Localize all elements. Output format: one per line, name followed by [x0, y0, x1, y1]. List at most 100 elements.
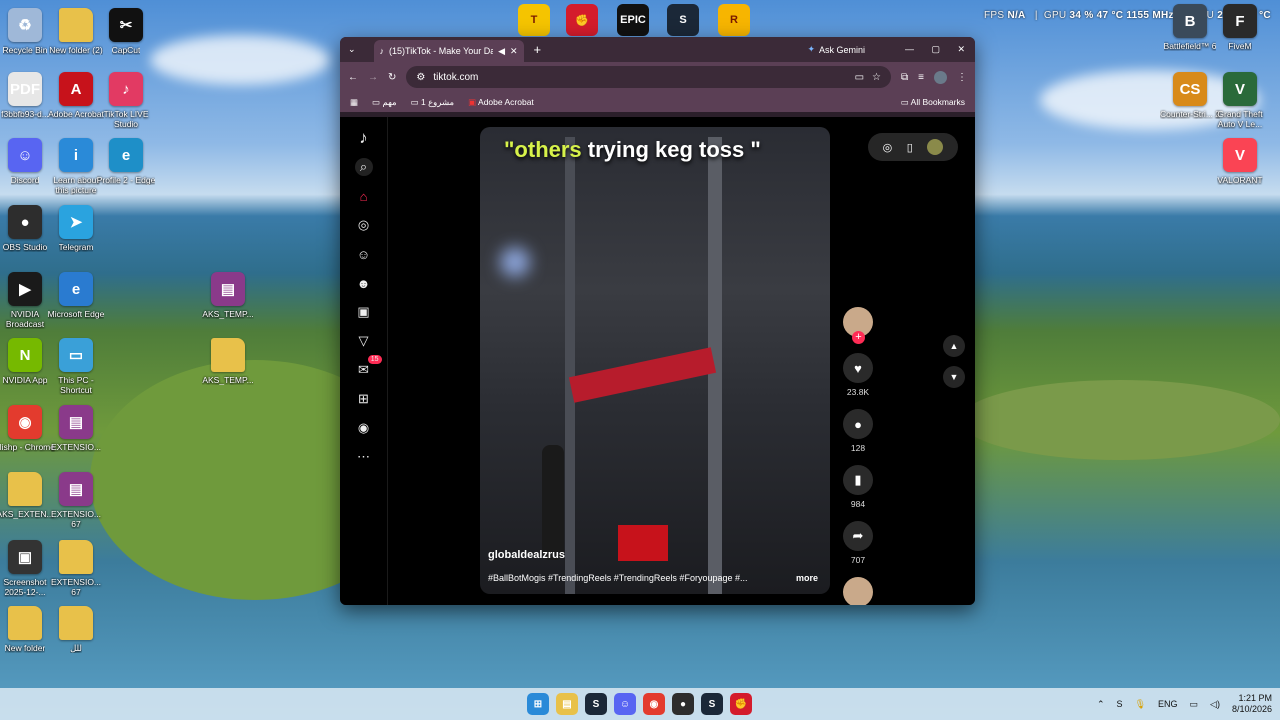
file-explorer-icon[interactable]: ▤	[556, 693, 578, 715]
epic-games-icon[interactable]: EPIC	[617, 4, 649, 36]
capcut-icon: ✂	[109, 8, 143, 42]
forward-icon[interactable]: →	[368, 72, 378, 83]
steam-taskbar-icon[interactable]: S	[585, 693, 607, 715]
desktop-icon[interactable]: ▤ EXTENSIO...	[46, 405, 106, 452]
recycle-bin-icon: ♻	[8, 8, 42, 42]
previous-video-button[interactable]: ▲	[943, 335, 965, 357]
desktop-icon[interactable]: ✂ CapCut	[96, 8, 156, 55]
desktop-icon[interactable]: e Profile 2 - Edge	[96, 138, 156, 185]
start-icon[interactable]: ⊞	[527, 693, 549, 715]
bookmark-label: مهم	[382, 96, 397, 107]
adobe-acrobat-icon: A	[59, 72, 93, 106]
desktop-icon[interactable]: V Grand Theft Auto V Le...	[1210, 72, 1270, 129]
discord-taskbar-icon[interactable]: ☺	[614, 693, 636, 715]
steam-icon[interactable]: S	[667, 4, 699, 36]
network-icon[interactable]: ▭	[1190, 699, 1199, 710]
desktop-icon[interactable]: ▤ AKS_TEMP...	[198, 272, 258, 319]
folder-icon	[211, 338, 245, 372]
close-window-icon[interactable]: ✕	[957, 44, 965, 55]
device-icon[interactable]: ▯	[907, 141, 913, 154]
reload-icon[interactable]: ↻	[388, 72, 396, 83]
tab-tiktok[interactable]: ♪ (15)TikTok - Make Your Day ◀ ✕	[373, 40, 524, 62]
close-tab-icon[interactable]: ✕	[510, 46, 518, 57]
home-icon[interactable]: ⌂	[355, 187, 373, 205]
more-button[interactable]: more	[796, 573, 818, 583]
rockstar-icon[interactable]: R	[718, 4, 750, 36]
save-button[interactable]: ▮	[843, 465, 873, 495]
media-control-icon[interactable]: ≡	[918, 72, 924, 83]
creator-avatar[interactable]: +	[843, 307, 873, 344]
back-icon[interactable]: ←	[348, 72, 358, 83]
desktop-icon[interactable]: EXTENSIO... 67	[46, 540, 106, 597]
red-app-taskbar-icon[interactable]: ✊	[730, 693, 752, 715]
desktop-icon[interactable]: F FiveM	[1210, 4, 1270, 51]
next-video-button[interactable]: ▼	[943, 366, 965, 388]
tray-overflow-icon[interactable]: ⌃	[1097, 699, 1105, 710]
friends-icon[interactable]: ☻	[355, 274, 373, 292]
share-button[interactable]: ➦	[843, 521, 873, 551]
maximize-icon[interactable]: ▢	[931, 44, 940, 55]
extensions-icon[interactable]: ⧉	[901, 72, 908, 83]
bookmark-item[interactable]: ▣ Adobe Acrobat	[468, 97, 534, 108]
obs-taskbar-icon[interactable]: ●	[672, 693, 694, 715]
heart-icon: ♥	[854, 360, 862, 376]
video-username[interactable]: globaldealzrus	[488, 549, 565, 561]
video-player[interactable]: "others trying keg toss " globaldealzrus…	[480, 127, 830, 594]
activity-icon[interactable]: ▽	[355, 332, 373, 350]
learn-picture-icon: i	[59, 138, 93, 172]
bookmark-item[interactable]: ▭ مشروع 1	[411, 97, 455, 108]
launcher-yellow-icon[interactable]: T	[518, 4, 550, 36]
chrome-taskbar-icon[interactable]: ◉	[643, 693, 665, 715]
bookmark-item[interactable]: ▭ مهم	[372, 97, 397, 108]
desktop-icon[interactable]: للل	[46, 606, 106, 653]
bookmark-star-icon[interactable]: ☆	[872, 72, 881, 83]
install-icon[interactable]: ▭	[855, 72, 864, 83]
user-avatar[interactable]	[927, 139, 944, 155]
following-icon[interactable]: ☺	[355, 245, 373, 263]
desktop-icon[interactable]: V VALORANT	[1210, 138, 1270, 185]
menu-icon[interactable]: ⋮	[957, 72, 967, 83]
desktop-icon[interactable]: e Microsoft Edge	[46, 272, 106, 319]
desktop-icon[interactable]: ▭ This PC - Shortcut	[46, 338, 106, 395]
ask-gemini-button[interactable]: ✦ Ask Gemini	[807, 44, 865, 55]
profile-icon[interactable]: ◉	[355, 419, 373, 437]
desktop-icon[interactable]: ▤ EXTENSIO... 67	[46, 472, 106, 529]
more-icon[interactable]: ⋯	[355, 448, 373, 466]
follow-plus-icon[interactable]: +	[852, 331, 865, 344]
like-button[interactable]: ♥	[843, 353, 873, 383]
nvidia-broadcast-icon: ▶	[8, 272, 42, 306]
search-icon[interactable]: ⌕	[354, 158, 373, 176]
tab-search-icon[interactable]: ⌄	[348, 44, 356, 55]
all-bookmarks[interactable]: ▭ All Bookmarks	[901, 97, 965, 108]
audio-icon[interactable]: ◀	[498, 46, 505, 57]
tiktok-logo-icon[interactable]: ♪	[355, 128, 373, 147]
desktop-icon[interactable]: ♪ TikTok LIVE Studio	[96, 72, 156, 129]
live-icon[interactable]: ▣	[355, 303, 373, 321]
site-info-icon[interactable]: ⚙	[416, 72, 425, 83]
steam-tray-icon[interactable]: S	[1117, 699, 1123, 709]
profile-avatar[interactable]	[934, 70, 947, 84]
desktop-icon[interactable]: ➤ Telegram	[46, 205, 106, 252]
new-tab-button[interactable]: +	[534, 42, 542, 57]
microphone-icon[interactable]: 🎙	[1135, 699, 1146, 710]
like-count: 23.8K	[846, 387, 870, 397]
clock[interactable]: 1:21 PM 8/10/2026	[1232, 693, 1272, 715]
minimize-icon[interactable]: —	[905, 44, 914, 55]
desktop-icon[interactable]: AKS_TEMP...	[198, 338, 258, 385]
volume-icon[interactable]: ◁)	[1210, 699, 1220, 710]
explore-icon[interactable]: ◎	[355, 216, 373, 234]
upload-icon[interactable]: ⊞	[355, 390, 373, 408]
comment-button[interactable]: ●	[843, 409, 873, 439]
address-bar[interactable]: ⚙ tiktok.com ▭ ☆	[406, 66, 892, 88]
action-rail: + ♥ 23.8K ● 128 ▮ 984 ➦ 707	[838, 307, 878, 605]
save-count: 984	[850, 499, 866, 509]
inbox-icon[interactable]: ✉ 15	[355, 355, 382, 379]
video-description: #BallBotMogis #TrendingReels #TrendingRe…	[488, 573, 748, 583]
language-indicator[interactable]: ENG	[1158, 699, 1178, 709]
music-disc[interactable]	[843, 577, 873, 605]
desktop-icon-label: CapCut	[111, 45, 141, 55]
steam-taskbar-icon-2[interactable]: S	[701, 693, 723, 715]
compass-icon[interactable]: ◎	[883, 141, 893, 154]
apps-icon[interactable]: ▦	[350, 97, 358, 108]
launcher-red-fist-icon[interactable]: ✊	[566, 4, 598, 36]
